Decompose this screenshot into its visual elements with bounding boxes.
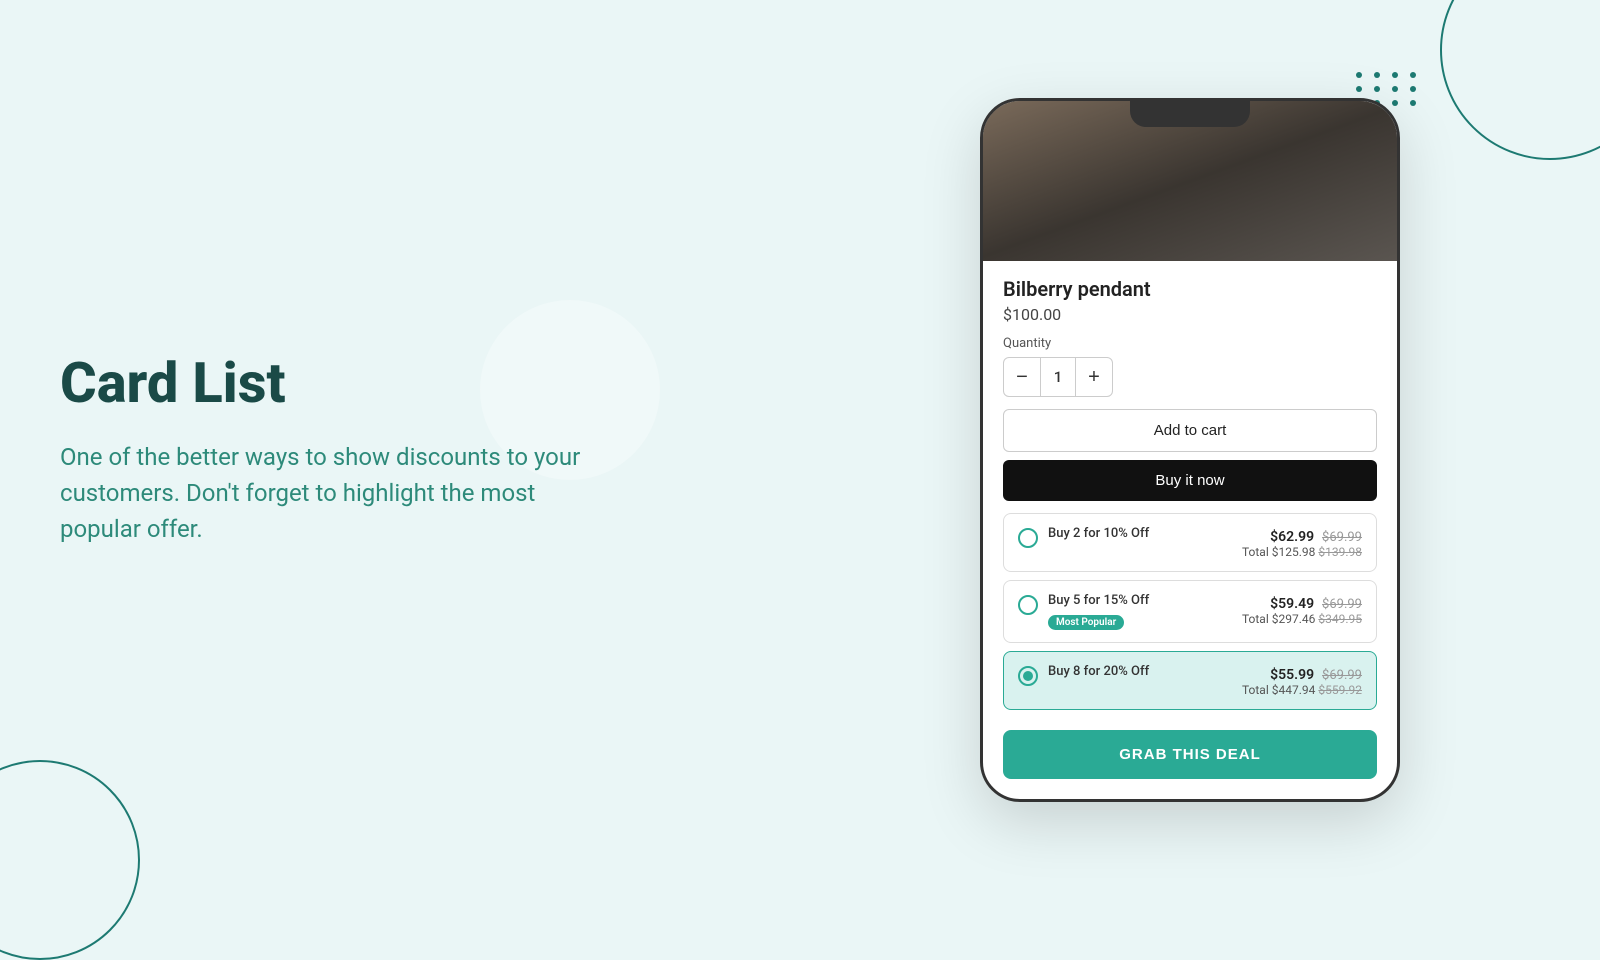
- product-price: $100.00: [1003, 305, 1377, 324]
- deal-1-radio[interactable]: [1018, 528, 1038, 548]
- deal-3-total-old: $559.92: [1318, 683, 1362, 697]
- deal-3-old-price: $69.99: [1322, 668, 1362, 683]
- deal-1-old-price: $69.99: [1322, 530, 1362, 545]
- deal-2-pricing: $59.49 $69.99 Total $297.46 $349.95: [1242, 593, 1362, 626]
- deal-2-total-old: $349.95: [1318, 612, 1362, 626]
- phone-mockup: Bilberry pendant $100.00 Quantity − 1 + …: [980, 98, 1400, 802]
- deco-circle-bottom-left: [0, 760, 140, 960]
- deals-section: Buy 2 for 10% Off $62.99 $69.99 Total $1…: [983, 513, 1397, 730]
- deal-3-total: Total $447.94 $559.92: [1242, 683, 1362, 697]
- deal-1-pricing: $62.99 $69.99 Total $125.98 $139.98: [1242, 526, 1362, 559]
- deal-1-label: Buy 2 for 10% Off: [1048, 526, 1232, 541]
- left-content: Card List One of the better ways to show…: [60, 353, 620, 547]
- product-name: Bilberry pendant: [1003, 277, 1377, 301]
- deal-2-total: Total $297.46 $349.95: [1242, 612, 1362, 626]
- deal-3-total-new: $447.94: [1272, 683, 1316, 697]
- deal-2-info: Buy 5 for 15% Off Most Popular: [1048, 593, 1232, 630]
- deal-1-new-price: $62.99: [1270, 529, 1314, 545]
- deal-1-total: Total $125.98 $139.98: [1242, 545, 1362, 559]
- deal-1-total-new: $125.98: [1272, 545, 1316, 559]
- deal-2-old-price: $69.99: [1322, 597, 1362, 612]
- product-info: Bilberry pendant $100.00 Quantity − 1 + …: [983, 261, 1397, 513]
- deal-2-new-price: $59.49: [1270, 596, 1314, 612]
- deal-3-radio[interactable]: [1018, 666, 1038, 686]
- deal-1-info: Buy 2 for 10% Off: [1048, 526, 1232, 543]
- deal-option-2[interactable]: Buy 5 for 15% Off Most Popular $59.49 $6…: [1003, 580, 1377, 643]
- quantity-decrease-button[interactable]: −: [1004, 358, 1040, 396]
- deal-3-label: Buy 8 for 20% Off: [1048, 664, 1232, 679]
- deal-3-new-price: $55.99: [1270, 667, 1314, 683]
- buy-it-now-button[interactable]: Buy it now: [1003, 460, 1377, 501]
- quantity-label: Quantity: [1003, 336, 1377, 351]
- page-description: One of the better ways to show discounts…: [60, 439, 620, 547]
- deco-circle-top-right: [1440, 0, 1600, 160]
- phone-notch: [1130, 101, 1250, 127]
- quantity-control: − 1 +: [1003, 357, 1113, 397]
- grab-deal-button[interactable]: GRAB THIS DEAL: [1003, 730, 1377, 779]
- deal-2-label: Buy 5 for 15% Off: [1048, 593, 1232, 608]
- quantity-increase-button[interactable]: +: [1076, 358, 1112, 396]
- deal-2-radio[interactable]: [1018, 595, 1038, 615]
- deal-1-total-old: $139.98: [1318, 545, 1362, 559]
- deal-option-3[interactable]: Buy 8 for 20% Off $55.99 $69.99 Total $4…: [1003, 651, 1377, 710]
- most-popular-badge: Most Popular: [1048, 615, 1124, 630]
- deal-3-pricing: $55.99 $69.99 Total $447.94 $559.92: [1242, 664, 1362, 697]
- deal-3-info: Buy 8 for 20% Off: [1048, 664, 1232, 681]
- add-to-cart-button[interactable]: Add to cart: [1003, 409, 1377, 452]
- deal-2-total-new: $297.46: [1272, 612, 1316, 626]
- quantity-value: 1: [1040, 358, 1076, 396]
- deal-option-1[interactable]: Buy 2 for 10% Off $62.99 $69.99 Total $1…: [1003, 513, 1377, 572]
- phone-container: Bilberry pendant $100.00 Quantity − 1 + …: [980, 98, 1400, 802]
- page-title: Card List: [60, 353, 620, 415]
